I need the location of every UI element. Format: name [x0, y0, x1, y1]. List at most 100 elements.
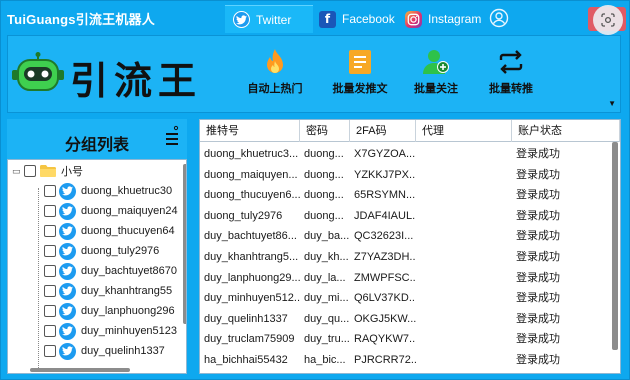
table-row[interactable]: duy_minhuyen512... duy_mi... Q6LV37KD... 登录… — [200, 288, 620, 308]
tree-account-item[interactable]: duy_khanhtrang55 — [44, 282, 186, 300]
account-table[interactable]: 推特号 密码 2FA码 代理 账户状态 duong_khuetruc3... du… — [199, 119, 621, 374]
cell-status: 登录成功 — [516, 148, 560, 160]
table-vertical-scrollbar[interactable] — [612, 142, 618, 350]
account-checkbox[interactable] — [44, 325, 56, 337]
cell-password: duy_ba... — [304, 230, 350, 243]
document-icon — [345, 48, 375, 76]
cell-status: 登录成功 — [516, 189, 560, 202]
twitter-icon — [233, 11, 250, 28]
tree-group-row[interactable]: ▭ 小号 — [8, 162, 183, 180]
list-menu-icon[interactable] — [165, 125, 179, 147]
robot-logo-icon — [12, 52, 64, 94]
column-header-account[interactable]: 推特号 — [200, 120, 300, 142]
cell-proxy — [416, 247, 512, 267]
cell-password: ha_bic... — [304, 354, 346, 366]
cell-2fa: QC32623I... — [354, 230, 414, 243]
account-tree[interactable]: ▭ 小号 duong_khuetruc30 duong_maiquyen24duo… — [7, 159, 187, 374]
user-icon — [489, 8, 509, 28]
cell-2fa: JDAF4IAUL... — [354, 209, 416, 222]
column-header-password[interactable]: 密码 — [300, 120, 350, 142]
table-row[interactable]: duy_quelinh1337 duy_qu... OKGJ5KW... 登录成功 — [200, 309, 620, 329]
tree-account-item[interactable]: duong_tuly2976 — [44, 242, 186, 260]
account-checkbox[interactable] — [44, 205, 56, 217]
tree-horizontal-scrollbar[interactable] — [30, 368, 130, 372]
user-button[interactable] — [489, 8, 509, 28]
cell-password: duy_la... — [304, 271, 346, 284]
bulk-follow-button[interactable]: 批量关注 — [396, 48, 476, 96]
table-row[interactable]: duong_maiquyen... duong... YZKKJ7PX... 登录成功 — [200, 165, 620, 185]
chevron-down-icon[interactable]: ▼ — [608, 99, 616, 108]
table-row[interactable]: duy_truclam75909 duy_tru... RAQYKW7... 登录成功 — [200, 329, 620, 349]
group-list-title: 分组列表 — [65, 135, 130, 154]
cell-password: duong... — [304, 148, 344, 160]
cell-proxy — [416, 206, 512, 226]
group-panel: 分组列表 ▭ 小号 duong_khuetruc30 duong_maiquyen… — [7, 119, 187, 374]
cell-password: duong... — [304, 168, 344, 181]
tree-account-item[interactable]: duy_lanphuong296 — [44, 302, 186, 320]
account-checkbox[interactable] — [44, 345, 56, 357]
twitter-icon — [59, 182, 76, 200]
account-checkbox[interactable] — [44, 185, 56, 197]
table-row[interactable]: duy_khanhtrang5... duy_kh... Z7YAZ3DH... 登录… — [200, 247, 620, 267]
cell-account: duy_truclam75909 — [204, 333, 295, 346]
tab-twitter-label: Twitter — [256, 12, 292, 27]
auto-hot-button[interactable]: 自动上热门 — [235, 48, 315, 96]
cell-status: 登录成功 — [516, 312, 560, 325]
cell-account: duy_minhuyen512... — [204, 292, 300, 305]
auto-hot-label: 自动上热门 — [247, 83, 303, 95]
instagram-icon — [405, 10, 422, 28]
cell-status: 登录成功 — [516, 230, 560, 243]
collapse-icon[interactable]: ▭ — [12, 166, 22, 177]
tree-account-item[interactable]: duy_bachtuyet8670 — [44, 262, 186, 280]
table-row[interactable]: duy_bachtuyet86... duy_ba... QC32623I... 登录… — [200, 226, 620, 246]
account-checkbox[interactable] — [44, 245, 56, 257]
cell-account: duong_khuetruc3... — [204, 148, 299, 160]
table-row[interactable]: duong_khuetruc3... duong... X7GYZOA... 登录成功 — [200, 144, 620, 164]
tree-account-item[interactable]: duong_thucuyen64 — [44, 222, 186, 240]
account-label: duong_khuetruc30 — [81, 185, 173, 197]
cell-proxy — [416, 185, 512, 205]
cell-2fa: X7GYZOA... — [354, 148, 416, 160]
cell-proxy — [416, 288, 512, 308]
table-row[interactable]: ha_bichhai55432 ha_bic... PJRCRR72... 登录成功 — [200, 350, 620, 370]
table-row[interactable]: duy_lanphuong29... duy_la... ZMWPFSC... 登录成… — [200, 268, 620, 288]
tree-account-item[interactable]: duong_khuetruc30 — [44, 182, 186, 200]
tab-twitter[interactable]: Twitter — [225, 5, 313, 33]
column-header-2fa[interactable]: 2FA码 — [350, 120, 416, 142]
account-label: duong_tuly2976 — [81, 245, 160, 257]
account-checkbox[interactable] — [44, 305, 56, 317]
cell-account: duy_lanphuong29... — [204, 271, 300, 284]
cell-account: duy_bachtuyet86... — [204, 230, 297, 243]
cell-status: 登录成功 — [516, 209, 560, 222]
tab-facebook[interactable]: f Facebook — [311, 5, 397, 33]
table-row[interactable]: duong_tuly2976 duong... JDAF4IAUL... 登录成功 — [200, 206, 620, 226]
account-checkbox[interactable] — [44, 265, 56, 277]
tab-instagram[interactable]: Instagram — [397, 5, 482, 33]
bulk-retweet-label: 批量转推 — [489, 83, 533, 95]
tree-vertical-scrollbar[interactable] — [183, 164, 186, 324]
cell-2fa: ZMWPFSC... — [354, 271, 416, 284]
bulk-post-button[interactable]: 批量发推文 — [320, 48, 400, 96]
table-row[interactable]: duong_thucuyen6... duong... 65RSYMN... 登录成功 — [200, 185, 620, 205]
tab-instagram-label: Instagram — [428, 12, 482, 26]
screenshot-overlay-button[interactable] — [593, 5, 623, 35]
cell-2fa: 65RSYMN... — [354, 189, 416, 202]
group-checkbox[interactable] — [24, 165, 36, 177]
cell-status: 登录成功 — [516, 333, 560, 346]
tree-account-item[interactable]: duy_quelinh1337 — [44, 342, 186, 360]
tree-account-item[interactable]: duong_maiquyen24 — [44, 202, 186, 220]
cell-account: duy_quelinh1337 — [204, 312, 288, 325]
camera-icon — [601, 13, 615, 27]
cell-proxy — [416, 309, 512, 329]
column-header-proxy[interactable]: 代理 — [416, 120, 512, 142]
column-header-status[interactable]: 账户状态 — [512, 120, 620, 142]
banner-toolbar: 引流王 自动上热门 批量发推文 批量关注 批量转推 ▼ — [7, 35, 621, 113]
account-label: duong_maiquyen24 — [81, 205, 178, 217]
bulk-retweet-button[interactable]: 批量转推 — [471, 48, 551, 96]
account-checkbox[interactable] — [44, 285, 56, 297]
tree-group-label: 小号 — [61, 166, 83, 178]
account-checkbox[interactable] — [44, 225, 56, 237]
cell-2fa: Q6LV37KD... — [354, 292, 416, 305]
cell-status: 登录成功 — [516, 168, 560, 181]
tree-account-item[interactable]: duy_minhuyen5123 — [44, 322, 186, 340]
